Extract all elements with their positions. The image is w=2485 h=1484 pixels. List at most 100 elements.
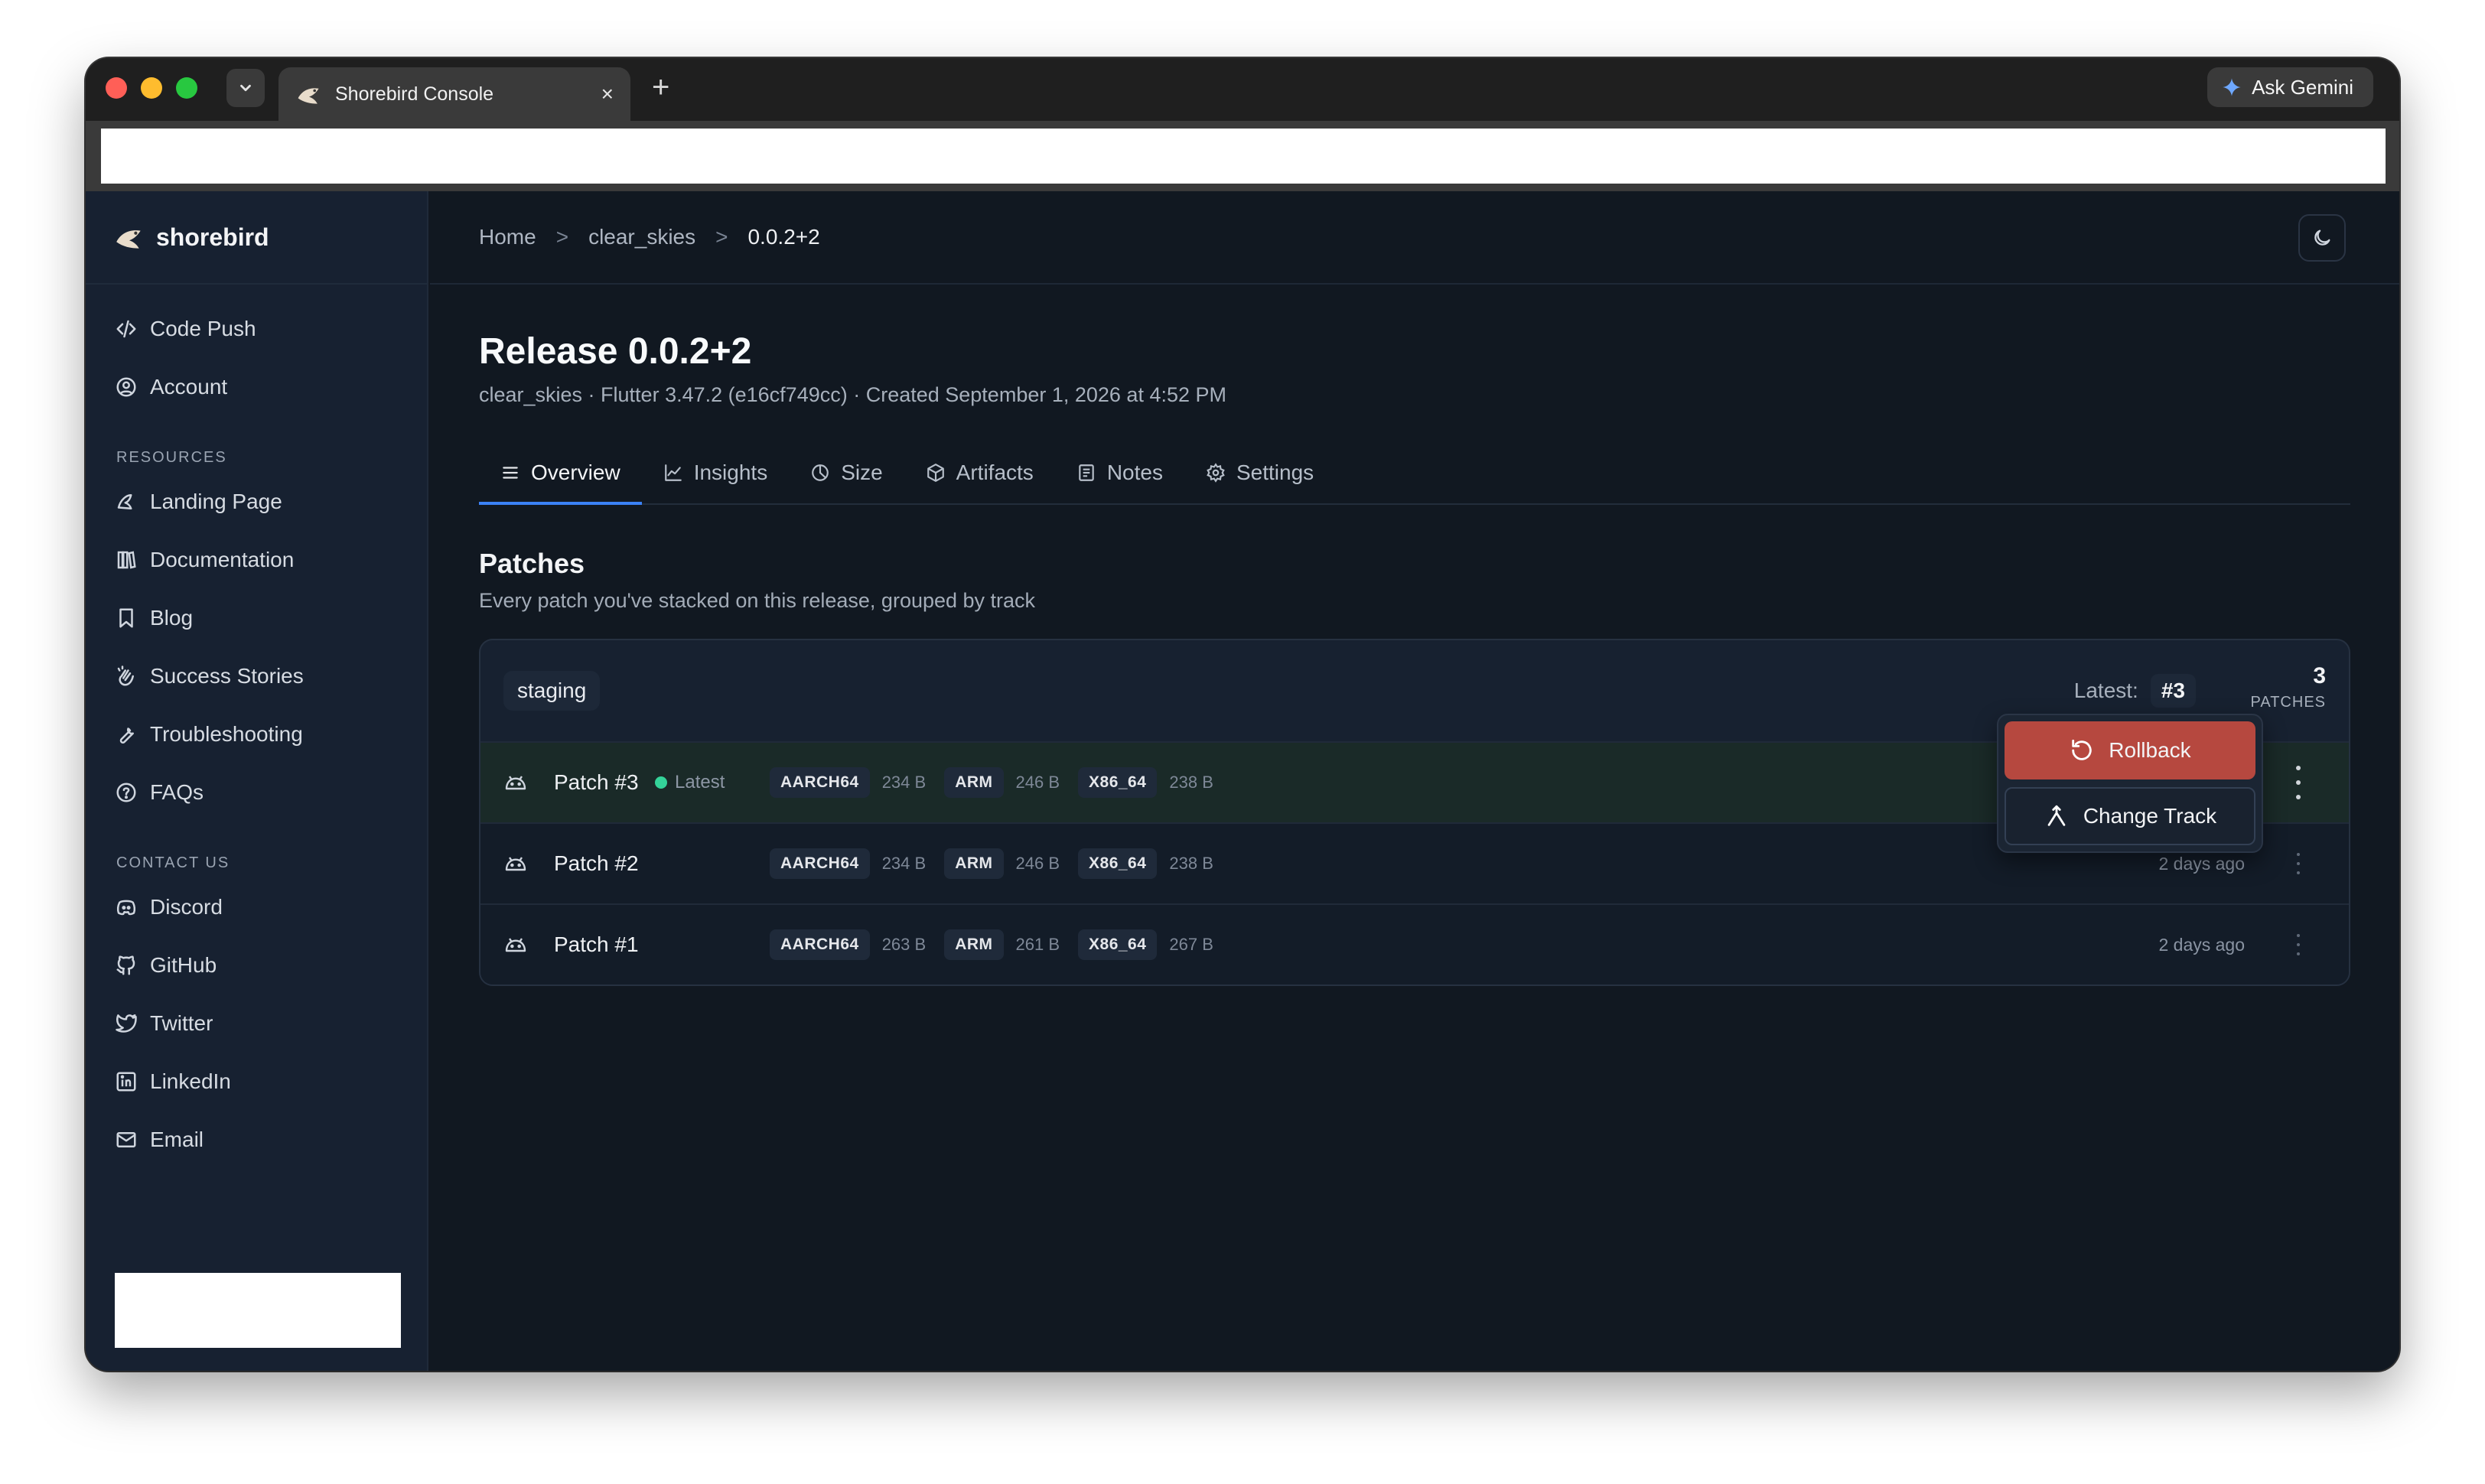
tab-artifacts[interactable]: Artifacts <box>904 442 1055 503</box>
track-card: staging Latest: #3 3 PATCHES Patch #3 La… <box>479 639 2350 986</box>
brand[interactable]: shorebird <box>86 191 427 285</box>
maximize-window-button[interactable] <box>176 77 197 99</box>
sidebar-item-label: FAQs <box>150 780 204 804</box>
gemini-sparkle-icon <box>2223 78 2241 96</box>
code-icon <box>116 320 136 338</box>
account-icon <box>116 377 136 397</box>
browser-tab[interactable]: Shorebird Console × <box>278 67 630 121</box>
more-options-button[interactable] <box>2291 766 2306 799</box>
rollback-icon <box>2072 739 2093 760</box>
theme-toggle-button[interactable] <box>2298 214 2346 262</box>
sidebar-item-label: Documentation <box>150 548 295 571</box>
sidebar-item-label: Code Push <box>150 317 256 340</box>
more-options-button[interactable] <box>2291 934 2306 955</box>
ask-gemini-label: Ask Gemini <box>2252 75 2353 99</box>
sidebar-item-label: Discord <box>150 895 223 919</box>
title-bar: Shorebird Console × + Ask Gemini <box>86 58 2399 121</box>
sidebar-item-documentation[interactable]: Documentation <box>86 531 427 589</box>
arch-size: 238 B <box>1169 854 1213 873</box>
sidebar-item-linkedin[interactable]: LinkedIn <box>86 1053 427 1111</box>
patch-count: 3 PATCHES <box>2251 663 2327 711</box>
sidebar-item-email[interactable]: Email <box>86 1111 427 1169</box>
release-tabs: Overview Insights Size Artifacts Notes S… <box>479 444 2350 505</box>
sidebar-item-label: LinkedIn <box>150 1069 231 1093</box>
breadcrumb-release: 0.0.2+2 <box>747 225 820 249</box>
tab-list-button[interactable] <box>226 69 265 107</box>
breadcrumb-app[interactable]: clear_skies <box>588 225 695 249</box>
breadcrumb-separator: > <box>715 225 728 249</box>
arch-name: AARCH64 <box>770 929 870 960</box>
page-title: Release 0.0.2+2 <box>479 331 752 372</box>
sidebar-item-twitter[interactable]: Twitter <box>86 994 427 1053</box>
menu-lines-icon <box>503 467 518 479</box>
more-options-button[interactable] <box>2291 853 2306 874</box>
moon-icon <box>2314 229 2330 246</box>
sidebar-item-blog[interactable]: Blog <box>86 589 427 647</box>
chart-line-icon <box>664 464 682 481</box>
sidebar-item-github[interactable]: GitHub <box>86 936 427 994</box>
sidebar-item-account[interactable]: Account <box>86 358 427 416</box>
sidebar-item-landing-page[interactable]: Landing Page <box>86 473 427 531</box>
latest-badge-label: Latest <box>675 772 725 792</box>
tab-settings[interactable]: Settings <box>1184 442 1335 503</box>
new-tab-button[interactable]: + <box>652 72 669 103</box>
sidebar-item-faqs[interactable]: FAQs <box>86 763 427 822</box>
change-track-button[interactable]: Change Track <box>2005 787 2255 845</box>
patch-actions-menu: Rollback Change Track <box>1997 714 2263 853</box>
browser-window: Shorebird Console × + Ask Gemini shorebi… <box>86 58 2399 1371</box>
sidebar-item-code-push[interactable]: Code Push <box>86 300 427 358</box>
sidebar-item-success-stories[interactable]: Success Stories <box>86 647 427 705</box>
arch-size: 267 B <box>1169 935 1213 954</box>
track-latest: Latest: #3 <box>2074 674 2196 708</box>
discord-icon <box>116 900 136 916</box>
arch-arm: ARM 261 B <box>944 929 1060 960</box>
patch-name: Patch #3 <box>554 770 639 794</box>
release-subtitle: clear_skies · Flutter 3.47.2 (e16cf749cc… <box>479 383 1226 406</box>
patch-name: Patch #2 <box>554 851 639 875</box>
arch-size: 261 B <box>1015 935 1060 954</box>
twitter-icon <box>116 1014 137 1033</box>
close-window-button[interactable] <box>106 77 127 99</box>
breadcrumb: Home > clear_skies > 0.0.2+2 <box>430 191 2399 285</box>
tab-label: Insights <box>693 460 768 484</box>
sidebar-item-label: Twitter <box>150 1011 213 1035</box>
contact-heading: CONTACT US <box>116 854 230 871</box>
breadcrumb-separator: > <box>555 225 569 249</box>
arch-aarch64: AARCH64 263 B <box>770 929 926 960</box>
arch-aarch64: AARCH64 234 B <box>770 767 926 798</box>
sidebar-item-label: Success Stories <box>150 664 304 688</box>
sidebar-item-label: Blog <box>150 606 194 630</box>
tab-close-icon[interactable]: × <box>601 82 614 106</box>
patch-name: Patch #1 <box>554 932 639 956</box>
tab-insights[interactable]: Insights <box>642 442 790 503</box>
table-row[interactable]: Patch #1 AARCH64 263 B ARM 261 B X86_64 267… <box>480 903 2349 984</box>
patch-count-label: PATCHES <box>2250 694 2326 711</box>
sidebar-item-troubleshooting[interactable]: Troubleshooting <box>86 705 427 763</box>
arch-name: ARM <box>944 929 1004 960</box>
patch-age: 2 days ago <box>2158 853 2245 874</box>
arch-size: 246 B <box>1015 854 1060 873</box>
minimize-window-button[interactable] <box>141 77 162 99</box>
browser-toolbar <box>86 121 2399 191</box>
notes-icon <box>1079 464 1094 481</box>
sidebar: shorebird Code Push Account RESOURCES La… <box>86 191 428 1371</box>
latest-value: #3 <box>2150 674 2196 708</box>
tab-label: Notes <box>1106 460 1163 484</box>
linkedin-icon <box>116 1072 136 1092</box>
sidebar-item-label: GitHub <box>150 953 217 977</box>
sidebar-item-label: Account <box>150 375 228 399</box>
pie-icon <box>812 464 829 481</box>
patch-age: 2 days ago <box>2158 934 2245 955</box>
arch-size: 238 B <box>1169 773 1213 792</box>
rollback-button[interactable]: Rollback <box>2005 721 2255 779</box>
tab-size[interactable]: Size <box>789 442 904 503</box>
tab-notes[interactable]: Notes <box>1055 442 1184 503</box>
shorebird-logo-icon <box>116 230 141 249</box>
address-bar[interactable] <box>101 129 2386 184</box>
breadcrumb-home[interactable]: Home <box>479 225 536 249</box>
sidebar-item-discord[interactable]: Discord <box>86 878 427 936</box>
books-icon <box>117 551 136 569</box>
ask-gemini-button[interactable]: Ask Gemini <box>2207 67 2373 107</box>
sidebar-item-label: Email <box>150 1128 204 1151</box>
tab-overview[interactable]: Overview <box>479 444 642 505</box>
